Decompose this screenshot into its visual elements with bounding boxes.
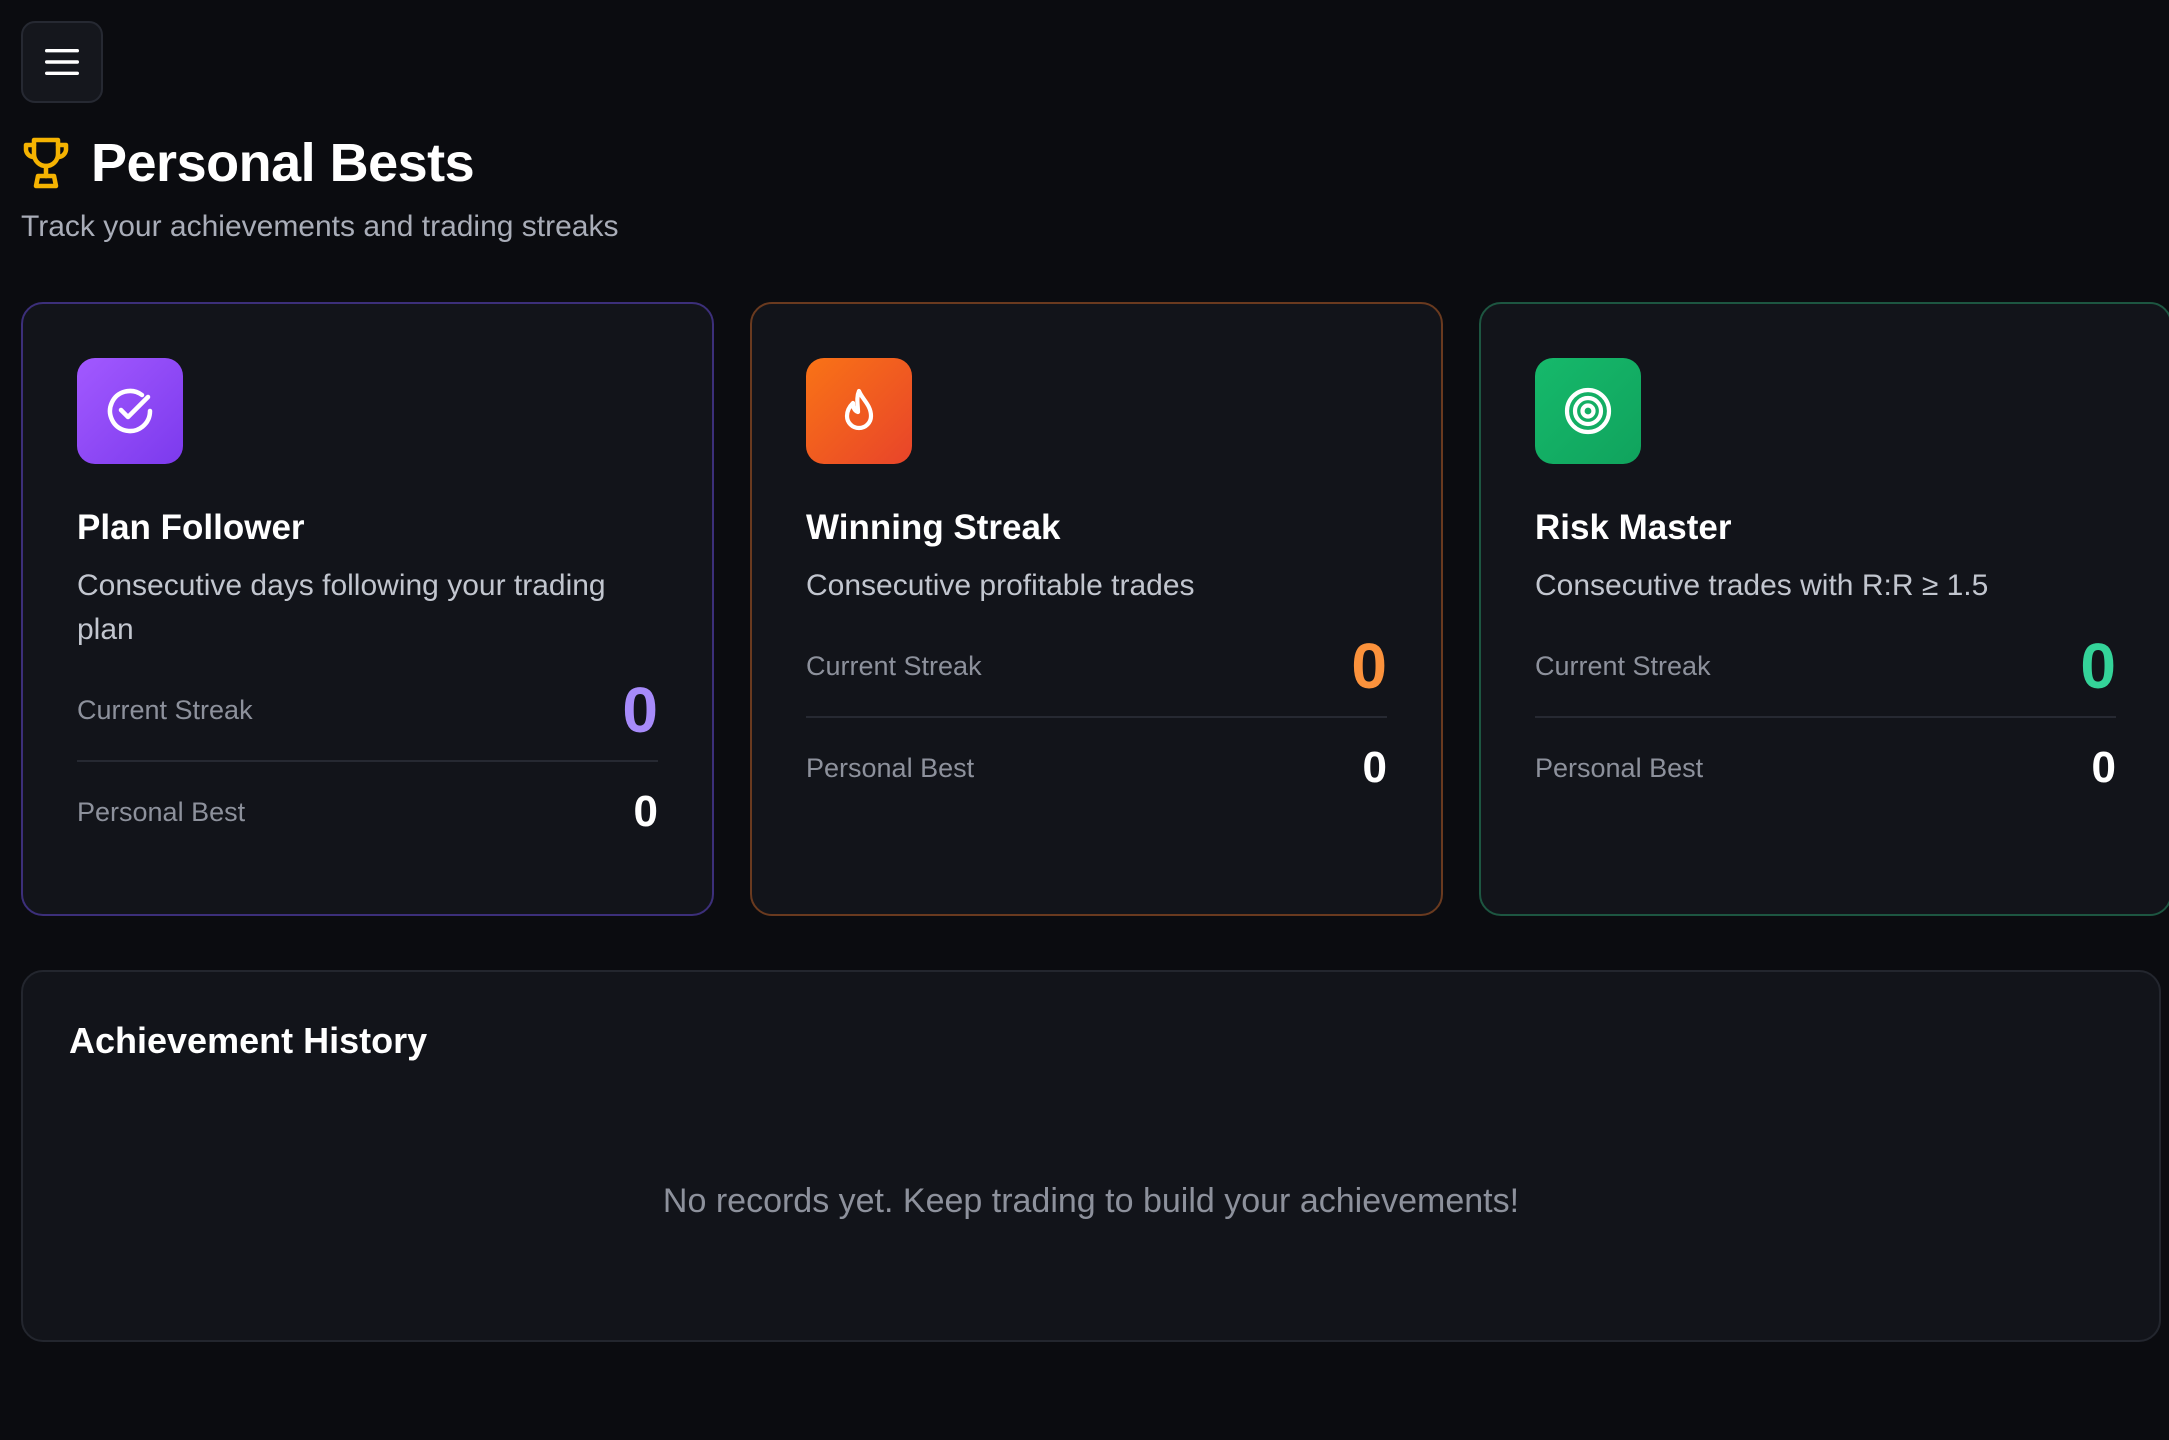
current-streak-value: 0 [2080, 630, 2116, 702]
check-circle-icon [107, 388, 153, 434]
menu-button[interactable] [21, 21, 103, 103]
current-streak-label: Current Streak [1535, 650, 1711, 681]
plan-follower-card: Plan Follower Consecutive days following… [21, 302, 714, 916]
streak-cards: Plan Follower Consecutive days following… [21, 302, 2169, 916]
current-streak-row: Current Streak 0 [77, 660, 658, 760]
current-streak-row: Current Streak 0 [806, 616, 1387, 716]
current-streak-label: Current Streak [77, 694, 253, 725]
risk-master-card: Risk Master Consecutive trades with R:R … [1479, 302, 2169, 916]
card-title: Winning Streak [806, 508, 1061, 547]
card-description: Consecutive days following your trading … [77, 569, 606, 646]
card-description: Consecutive profitable trades [806, 569, 1195, 602]
current-streak-label: Current Streak [806, 650, 982, 681]
personal-best-row: Personal Best 0 [77, 762, 658, 862]
card-description: Consecutive trades with R:R ≥ 1.5 [1535, 569, 1989, 602]
flame-icon [844, 388, 874, 431]
personal-best-row: Personal Best 0 [1535, 718, 2116, 818]
personal-best-row: Personal Best 0 [806, 718, 1387, 818]
achievement-history-title: Achievement History [69, 1020, 428, 1061]
target-icon [1564, 387, 1612, 435]
title-row: Personal Bests [21, 128, 1421, 198]
page-header: Personal Bests Track your achievements a… [21, 128, 1421, 244]
personal-best-label: Personal Best [77, 796, 246, 827]
personal-best-value: 0 [1362, 743, 1387, 792]
page-title: Personal Bests [91, 133, 475, 193]
card-title: Plan Follower [77, 508, 305, 547]
winning-streak-icon-tile [806, 358, 912, 464]
personal-best-label: Personal Best [806, 752, 975, 783]
personal-best-value: 0 [633, 787, 658, 836]
hamburger-menu-icon [45, 49, 79, 75]
empty-state-message: No records yet. Keep trading to build yo… [662, 1182, 1520, 1220]
trophy-icon [23, 137, 69, 189]
achievement-history-panel: Achievement History No records yet. Keep… [21, 970, 2161, 1342]
personal-best-label: Personal Best [1535, 752, 1704, 783]
current-streak-value: 0 [1351, 630, 1387, 702]
risk-master-icon-tile [1535, 358, 1641, 464]
plan-follower-icon-tile [77, 358, 183, 464]
current-streak-value: 0 [622, 674, 658, 746]
winning-streak-card: Winning Streak Consecutive profitable tr… [750, 302, 1443, 916]
card-title: Risk Master [1535, 508, 1732, 547]
page-subtitle: Track your achievements and trading stre… [21, 210, 619, 243]
personal-best-value: 0 [2091, 743, 2116, 792]
current-streak-row: Current Streak 0 [1535, 616, 2116, 716]
